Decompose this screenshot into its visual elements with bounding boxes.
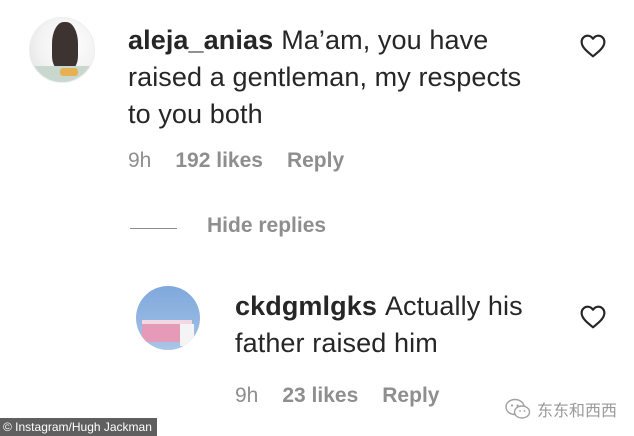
- avatar-object: [60, 68, 78, 76]
- comment-line-1: aleja_anias Ma’am, you have: [128, 22, 521, 59]
- heart-outline-icon[interactable]: [580, 305, 606, 329]
- comment-body: aleja_anias Ma’am, you have raised a gent…: [128, 22, 521, 133]
- reply-body: ckdgmlgks Actually his father raised him: [235, 288, 523, 362]
- avatar-wall: [180, 324, 194, 346]
- watermark-text: 东东和西西: [537, 401, 618, 420]
- comment-time: 9h: [128, 149, 152, 172]
- wechat-logo-icon: [505, 398, 531, 419]
- photo-credit: © Instagram/Hugh Jackman: [0, 418, 157, 436]
- avatar-hair: [52, 22, 78, 70]
- avatar[interactable]: [29, 17, 95, 83]
- reply-button[interactable]: Reply: [287, 149, 344, 173]
- reply-meta: 9h 23 likes Reply: [235, 384, 439, 408]
- comment-meta: 9h 192 likes Reply: [128, 149, 344, 173]
- heart-outline-icon[interactable]: [580, 34, 606, 58]
- reply-text-line-1: Actually his: [384, 291, 523, 321]
- comment-text-line-1: Ma’am, you have: [281, 25, 489, 55]
- reply-username[interactable]: ckdgmlgks: [235, 291, 377, 321]
- comment-text-line-2: raised a gentleman, my respects: [128, 62, 522, 92]
- hide-replies-button[interactable]: Hide replies: [207, 214, 326, 238]
- hide-replies-divider: [130, 228, 177, 229]
- reply-time: 9h: [235, 384, 259, 407]
- comment-username[interactable]: aleja_anias: [128, 25, 273, 55]
- avatar-building: [142, 324, 182, 342]
- comment-text-line-3: to you both: [128, 99, 263, 129]
- reply-line-1: ckdgmlgks Actually his: [235, 288, 523, 325]
- comment-likes[interactable]: 192 likes: [175, 149, 263, 173]
- avatar[interactable]: [136, 286, 200, 350]
- reply-button[interactable]: Reply: [382, 384, 439, 408]
- watermark: 东东和西西: [505, 396, 617, 422]
- reply-text-line-2: father raised him: [235, 328, 438, 358]
- reply-likes[interactable]: 23 likes: [282, 384, 358, 408]
